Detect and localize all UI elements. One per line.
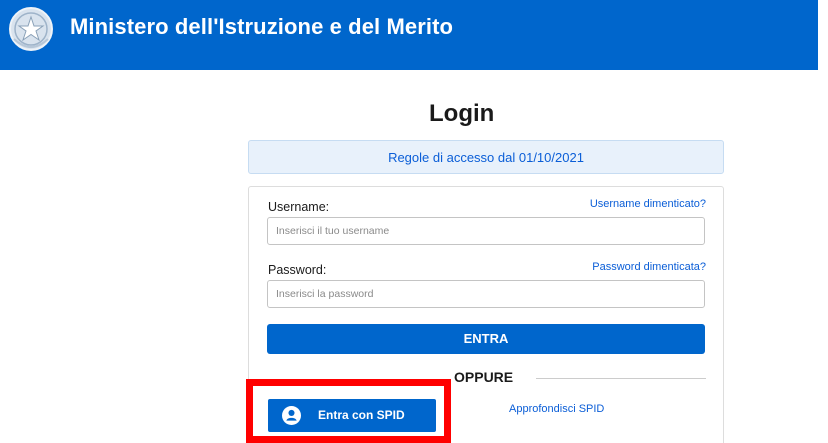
header-bar: Ministero dell'Istruzione e del Merito xyxy=(0,0,818,70)
spid-info-link[interactable]: Approfondisci SPID xyxy=(509,403,604,415)
page-title: Login xyxy=(429,100,495,127)
access-rules-banner: Regole di accesso dal 01/10/2021 xyxy=(248,140,724,174)
username-forgot-link[interactable]: Username dimenticato? xyxy=(560,198,706,210)
access-rules-link[interactable]: Regole di accesso dal 01/10/2021 xyxy=(249,150,723,165)
separator-line xyxy=(536,378,706,379)
password-input[interactable] xyxy=(267,280,705,308)
password-label: Password: xyxy=(268,263,327,277)
header-title: Ministero dell'Istruzione e del Merito xyxy=(70,14,454,39)
spid-highlight-box xyxy=(246,379,451,443)
italian-republic-emblem-icon xyxy=(9,7,53,51)
page: Ministero dell'Istruzione e del Merito L… xyxy=(0,0,828,443)
username-label: Username: xyxy=(268,200,330,214)
oppure-separator-text: OPPURE xyxy=(454,369,514,385)
password-forgot-link[interactable]: Password dimenticata? xyxy=(560,261,706,273)
login-submit-button[interactable]: ENTRA xyxy=(267,324,705,354)
username-input[interactable] xyxy=(267,217,705,245)
